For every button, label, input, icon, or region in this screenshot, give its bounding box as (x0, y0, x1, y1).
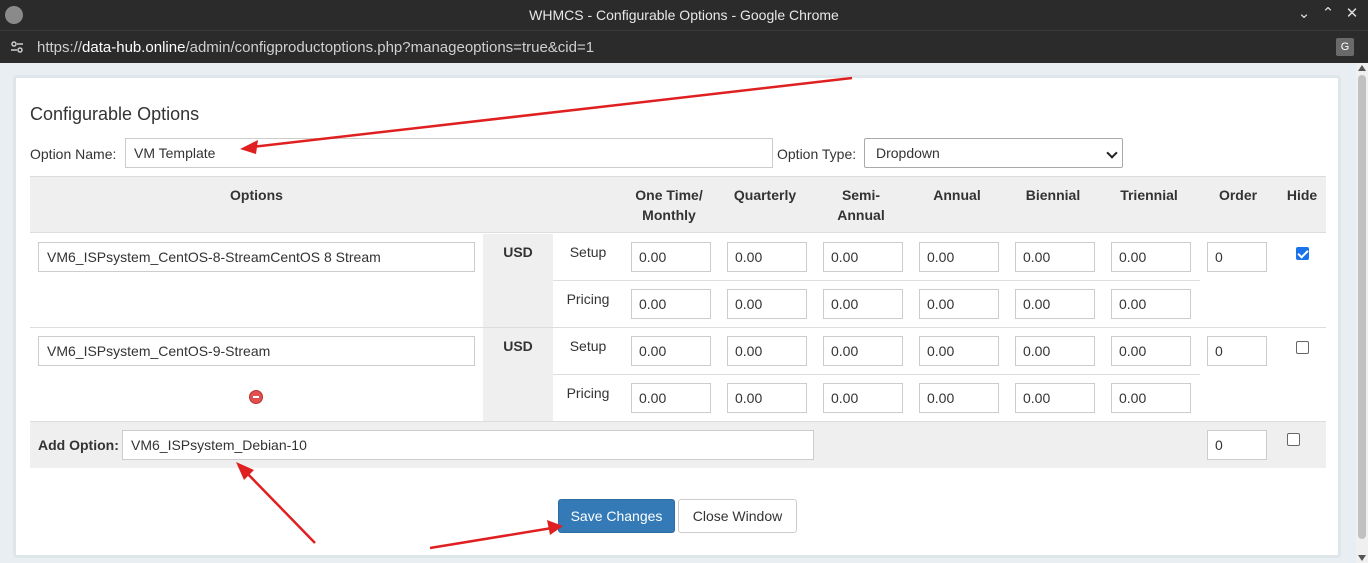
add-option-label: Add Option: (38, 437, 119, 453)
add-hide-checkbox[interactable] (1287, 433, 1300, 446)
pricing-triennial-input[interactable]: 0.00 (1111, 383, 1191, 413)
header-semi-annual: Semi- Annual (837, 187, 885, 223)
setup-label: Setup (569, 338, 607, 354)
pricing-quarterly-input[interactable]: 0.00 (727, 289, 807, 319)
setup-annual-input[interactable]: 0.00 (919, 242, 999, 272)
window-title: WHMCS - Configurable Options - Google Ch… (529, 7, 839, 23)
pricing-triennial-input[interactable]: 0.00 (1111, 289, 1191, 319)
window-controls: ⌄ ⌃ ✕ (1296, 5, 1360, 23)
hide-checkbox[interactable] (1296, 341, 1309, 354)
setup-semiannual-input[interactable]: 0.00 (823, 242, 903, 272)
hide-checkbox[interactable] (1296, 247, 1309, 260)
option-name-input[interactable]: VM Template (125, 138, 773, 168)
setup-biennial-input[interactable]: 0.00 (1015, 242, 1095, 272)
row-divider (553, 374, 1200, 375)
add-option-row: Add Option: VM6_ISPsystem_Debian-10 0 (30, 422, 1326, 468)
translate-icon[interactable]: G (1336, 38, 1354, 56)
setup-quarterly-input[interactable]: 0.00 (727, 242, 807, 272)
currency-cell: USD (483, 234, 553, 327)
setup-monthly-input[interactable]: 0.00 (631, 242, 711, 272)
site-settings-icon[interactable] (10, 40, 24, 54)
pricing-label: Pricing (566, 291, 610, 307)
header-annual: Annual (933, 187, 981, 203)
maximize-icon[interactable]: ⌃ (1320, 5, 1336, 23)
add-order-input[interactable]: 0 (1207, 430, 1267, 460)
header-order: Order (1218, 187, 1258, 203)
pricing-biennial-input[interactable]: 0.00 (1015, 289, 1095, 319)
pricing-semiannual-input[interactable]: 0.00 (823, 289, 903, 319)
add-option-input[interactable]: VM6_ISPsystem_Debian-10 (122, 430, 814, 460)
order-input[interactable]: 0 (1207, 336, 1267, 366)
option-type-label: Option Type: (777, 146, 857, 162)
setup-semiannual-input[interactable]: 0.00 (823, 336, 903, 366)
pricing-annual-input[interactable]: 0.00 (919, 289, 999, 319)
scroll-up-icon[interactable] (1358, 65, 1366, 71)
pricing-monthly-input[interactable]: 0.00 (631, 289, 711, 319)
url-text[interactable]: https://data-hub.online/admin/configprod… (37, 39, 594, 56)
setup-monthly-input[interactable]: 0.00 (631, 336, 711, 366)
pricing-annual-input[interactable]: 0.00 (919, 383, 999, 413)
option-name-field[interactable]: VM6_ISPsystem_CentOS-9-Stream (38, 336, 475, 366)
currency-cell: USD (483, 328, 553, 421)
option-type-select[interactable]: Dropdown (864, 138, 1123, 168)
pricing-semiannual-input[interactable]: 0.00 (823, 383, 903, 413)
header-biennial: Biennial (1025, 187, 1081, 203)
option-name-field[interactable]: VM6_ISPsystem_CentOS-8-StreamCentOS 8 St… (38, 242, 475, 272)
setup-biennial-input[interactable]: 0.00 (1015, 336, 1095, 366)
table-row: VM6_ISPsystem_CentOS-8-StreamCentOS 8 St… (30, 234, 1326, 328)
close-window-icon[interactable]: ✕ (1344, 5, 1360, 23)
address-bar[interactable]: https://data-hub.online/admin/configprod… (0, 30, 1368, 63)
pricing-label: Pricing (566, 385, 610, 401)
currency-label: USD (503, 244, 533, 260)
table-row: VM6_ISPsystem_CentOS-9-Stream USD Setup … (30, 328, 1326, 422)
row-divider (553, 280, 1200, 281)
header-one-time: One Time/Monthly (635, 187, 703, 223)
option-type-value: Dropdown (876, 145, 940, 161)
save-changes-button[interactable]: Save Changes (558, 499, 675, 533)
pricing-biennial-input[interactable]: 0.00 (1015, 383, 1095, 413)
page-title: Configurable Options (30, 104, 200, 124)
table-header: Options One Time/Monthly Quarterly Semi-… (30, 176, 1326, 233)
pricing-quarterly-input[interactable]: 0.00 (727, 383, 807, 413)
minimize-icon[interactable]: ⌄ (1296, 5, 1312, 23)
options-panel: Configurable Options Option Name: VM Tem… (13, 75, 1341, 558)
page-scrollbar[interactable] (1356, 63, 1368, 563)
scrollbar-thumb[interactable] (1358, 75, 1366, 539)
header-quarterly: Quarterly (733, 187, 797, 203)
option-name-label: Option Name: (30, 146, 117, 162)
chevron-down-icon (1106, 147, 1118, 159)
currency-label: USD (503, 338, 533, 354)
setup-triennial-input[interactable]: 0.00 (1111, 336, 1191, 366)
setup-triennial-input[interactable]: 0.00 (1111, 242, 1191, 272)
pricing-monthly-input[interactable]: 0.00 (631, 383, 711, 413)
page-viewport: Configurable Options Option Name: VM Tem… (0, 63, 1368, 563)
browser-title-bar: WHMCS - Configurable Options - Google Ch… (0, 0, 1368, 30)
setup-label: Setup (569, 244, 607, 260)
close-window-button[interactable]: Close Window (678, 499, 797, 533)
remove-option-icon[interactable] (249, 390, 263, 404)
scroll-down-icon[interactable] (1358, 555, 1366, 561)
order-input[interactable]: 0 (1207, 242, 1267, 272)
header-triennial: Triennial (1120, 187, 1178, 203)
setup-quarterly-input[interactable]: 0.00 (727, 336, 807, 366)
header-hide: Hide (1286, 187, 1318, 203)
setup-annual-input[interactable]: 0.00 (919, 336, 999, 366)
header-options: Options (230, 187, 283, 203)
